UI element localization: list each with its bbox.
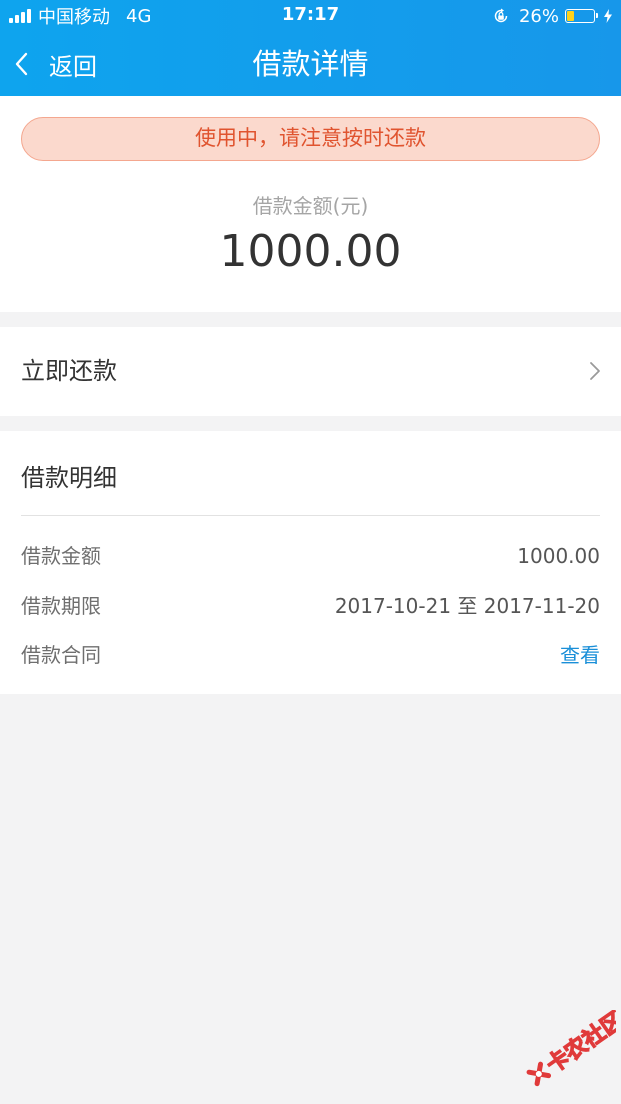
battery-icon	[565, 9, 598, 23]
detail-row-term: 借款期限 2017-10-21 至 2017-11-20	[21, 591, 600, 621]
detail-label: 借款合同	[21, 643, 101, 667]
status-right: 26%	[493, 4, 613, 28]
detail-row-contract: 借款合同 查看	[21, 640, 600, 670]
detail-value: 1000.00	[517, 544, 600, 568]
battery-percent: 26%	[518, 5, 559, 27]
detail-row-amount: 借款金额 1000.00	[21, 541, 600, 571]
detail-label: 借款金额	[21, 544, 101, 568]
repayment-notice-banner: 使用中，请注意按时还款	[21, 117, 600, 161]
chevron-right-icon	[590, 362, 600, 380]
status-bar: 中国移动 4G 17:17 26%	[0, 0, 621, 32]
charging-bolt-icon	[604, 9, 612, 23]
app-header: 中国移动 4G 17:17 26% 返回 借款详情	[0, 0, 621, 96]
loan-summary-card: 使用中，请注意按时还款 借款金额(元) 1000.00	[0, 96, 621, 312]
repay-now-label: 立即还款	[21, 357, 117, 385]
battery-level-fill	[567, 11, 574, 21]
page-title: 借款详情	[252, 47, 369, 81]
details-divider	[21, 515, 600, 516]
loan-amount-label: 借款金额(元)	[252, 194, 369, 218]
watermark-text: 卡农社区	[542, 1010, 616, 1079]
detail-label: 借款期限	[21, 594, 101, 618]
view-contract-link[interactable]: 查看	[560, 640, 600, 670]
repay-now-row[interactable]: 立即还款	[0, 327, 621, 416]
nav-bar: 返回 借款详情	[0, 32, 621, 96]
loan-details-title: 借款明细	[21, 464, 117, 492]
kanong-watermark-logo: 卡农社区	[526, 1010, 616, 1087]
loan-amount-value: 1000.00	[219, 226, 402, 277]
orientation-lock-icon	[494, 8, 508, 23]
detail-value: 2017-10-21 至 2017-11-20	[334, 594, 600, 618]
loan-details-card: 借款明细 借款金额 1000.00 借款期限 2017-10-21 至 2017…	[0, 431, 621, 694]
